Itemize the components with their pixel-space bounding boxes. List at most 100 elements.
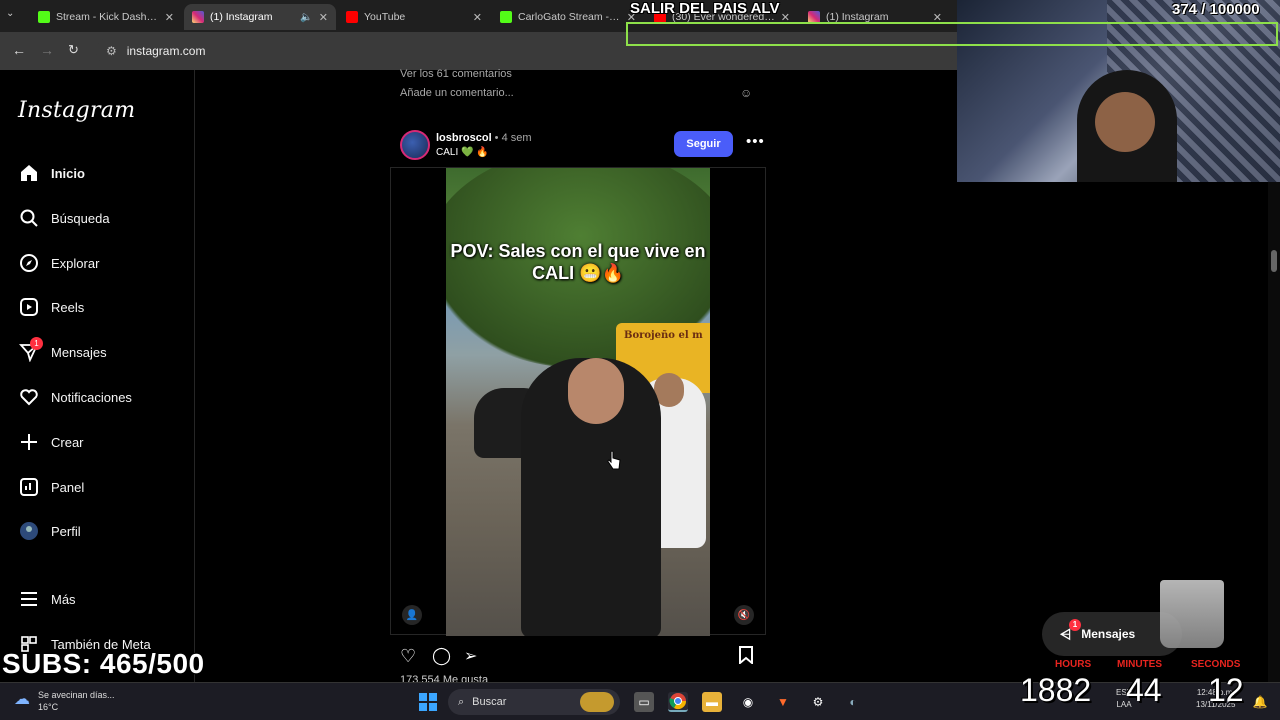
plus-icon [18,431,40,453]
weather-widget[interactable]: ☁ Se avecinan días... 16°C [14,689,115,713]
search-icon [18,207,40,229]
timer-seconds-label: SECONDS [1191,659,1241,670]
goal-progress-bar [626,22,1278,46]
emoji-icon[interactable]: ☺ [740,86,752,100]
nav-label: Inicio [51,165,85,181]
notification-badge: 1 [30,337,43,350]
nav-item-inicio[interactable]: Inicio [18,159,188,187]
youtube-icon [346,11,358,23]
goal-title: SALIR DEL PAIS ALV [630,0,780,17]
nav-label: Notificaciones [51,389,132,405]
tab-label: Stream - Kick Dashboa [56,11,159,23]
weather-temp: 16°C [38,702,59,712]
post-caption: CALI 💚 🔥 [436,147,489,158]
tagged-user-icon[interactable]: 👤 [402,605,422,625]
task-view-icon[interactable]: ▭ [634,692,654,712]
view-comments-link[interactable]: Ver los 61 comentarios [400,68,512,80]
nav-label: Panel [51,479,85,495]
weather-cloud-icon: ☁ [14,691,30,708]
settings-gear-icon[interactable]: ⚙ [808,692,828,712]
tab-label: YouTube [364,11,406,23]
hamburger-icon [18,588,40,610]
like-heart-icon[interactable]: ♡ [400,646,416,667]
tab-carlogato-stream[interactable]: CarloGato Stream - W ✕ [492,4,644,30]
post-header: losbroscol • 4 sem CALI 💚 🔥 Seguir ••• [398,128,766,162]
steam-icon[interactable]: ◐ [843,692,863,712]
video-overlay-text: POV: Sales con el que vive en CALI 😬🔥 [450,241,706,283]
brave-icon[interactable]: ▼ [773,692,793,712]
avatar-icon [18,520,40,542]
post-username[interactable]: losbroscol • 4 sem [436,132,532,144]
nav-item-mensajes[interactable]: 1 Mensajes [18,337,188,366]
save-bookmark-icon[interactable] [738,646,754,669]
follow-button[interactable]: Seguir [674,131,733,157]
reel-video[interactable]: Borojeño el m POV: Sales con el que vive… [446,168,710,636]
nav-item-notificaciones[interactable]: Notificaciones [18,383,188,411]
video-person-black-head [568,358,624,424]
speaker-icon[interactable]: 🔈 [300,12,312,23]
taskbar-search-box[interactable]: ⌕ Buscar [448,689,620,715]
timer-hours: 1882 [1020,672,1092,708]
chart-icon [18,476,40,498]
compass-icon [18,252,40,274]
post-actions: ♡ ◯ ➢ [398,646,758,670]
nav-item-reels[interactable]: Reels [18,293,188,321]
nav-label: Explorar [51,255,100,271]
reels-icon [18,296,40,318]
post-avatar[interactable] [400,130,430,160]
kick-icon [500,11,512,23]
nav-item-crear[interactable]: Crear [18,428,188,456]
close-icon[interactable]: ✕ [473,11,482,24]
chrome-icon[interactable] [668,692,688,712]
screen: ⌄ Stream - Kick Dashboa ✕ (1) Instagram … [0,0,1280,720]
notification-bell-icon[interactable]: 🔔 [1250,692,1270,712]
add-comment-input[interactable]: Añade un comentario... [400,87,514,99]
tab-label: (1) Instagram [210,11,273,23]
webcam-streamer-face [1095,92,1155,152]
messages-label: Mensajes [1081,627,1136,641]
site-settings-icon[interactable]: ⚙ [106,44,117,58]
timer-seconds: 12 [1208,672,1244,708]
nav-item-explorar[interactable]: Explorar [18,249,188,277]
timer-hours-label: HOURS [1055,659,1092,670]
messenger-icon: ⩤ 1 [1060,618,1081,643]
home-icon [18,162,40,184]
nav-item-mas[interactable]: Más [18,585,188,613]
file-explorer-icon[interactable]: ▬ [702,692,722,712]
windows-start-icon[interactable] [418,692,438,712]
notification-badge: 1 [1069,618,1081,631]
close-icon[interactable]: ✕ [319,11,328,24]
back-arrow-icon[interactable]: ← [12,42,26,58]
nav-label: Búsqueda [51,210,110,226]
instagram-logo[interactable]: Instagram [18,98,135,123]
nav-label: Crear [51,434,84,450]
more-options-icon[interactable]: ••• [746,133,765,150]
nav-item-panel[interactable]: Panel [18,473,188,501]
feed-column: Ver los 61 comentarios Añade un comentar… [390,68,766,686]
post-time: • 4 sem [491,132,532,144]
obs-icon[interactable]: ◉ [738,692,758,712]
search-placeholder: Buscar [472,696,507,708]
nav-label: Reels [51,299,85,315]
video-stall-sign: Borojeño el m [624,330,703,341]
tab-instagram-active[interactable]: (1) Instagram 🔈 ✕ [184,4,336,30]
tab-kick-dashboard[interactable]: Stream - Kick Dashboa ✕ [30,4,182,30]
username-text: losbroscol [436,132,492,144]
reload-icon[interactable]: ↻ [68,42,79,58]
post-media[interactable]: Borojeño el m POV: Sales con el que vive… [390,167,766,636]
share-icon[interactable]: ➢ [464,646,477,666]
close-icon[interactable]: ✕ [165,11,174,24]
nav-item-perfil[interactable]: Perfil [18,517,188,545]
nav-label: Mensajes [51,344,107,360]
kick-icon [38,11,50,23]
nav-item-busqueda[interactable]: Búsqueda [18,204,188,232]
comment-icon[interactable]: ◯ [432,646,451,666]
mute-icon[interactable]: 🔇 [734,605,754,625]
search-icon: ⌕ [458,695,465,708]
tab-youtube[interactable]: YouTube ✕ [338,4,490,30]
tab-search-chevron-icon[interactable]: ⌄ [6,8,14,19]
forward-arrow-icon[interactable]: → [40,42,54,58]
heart-icon [18,386,40,408]
goal-count: 374 / 100000 [1172,1,1260,18]
scrollbar-thumb[interactable] [1271,250,1277,272]
